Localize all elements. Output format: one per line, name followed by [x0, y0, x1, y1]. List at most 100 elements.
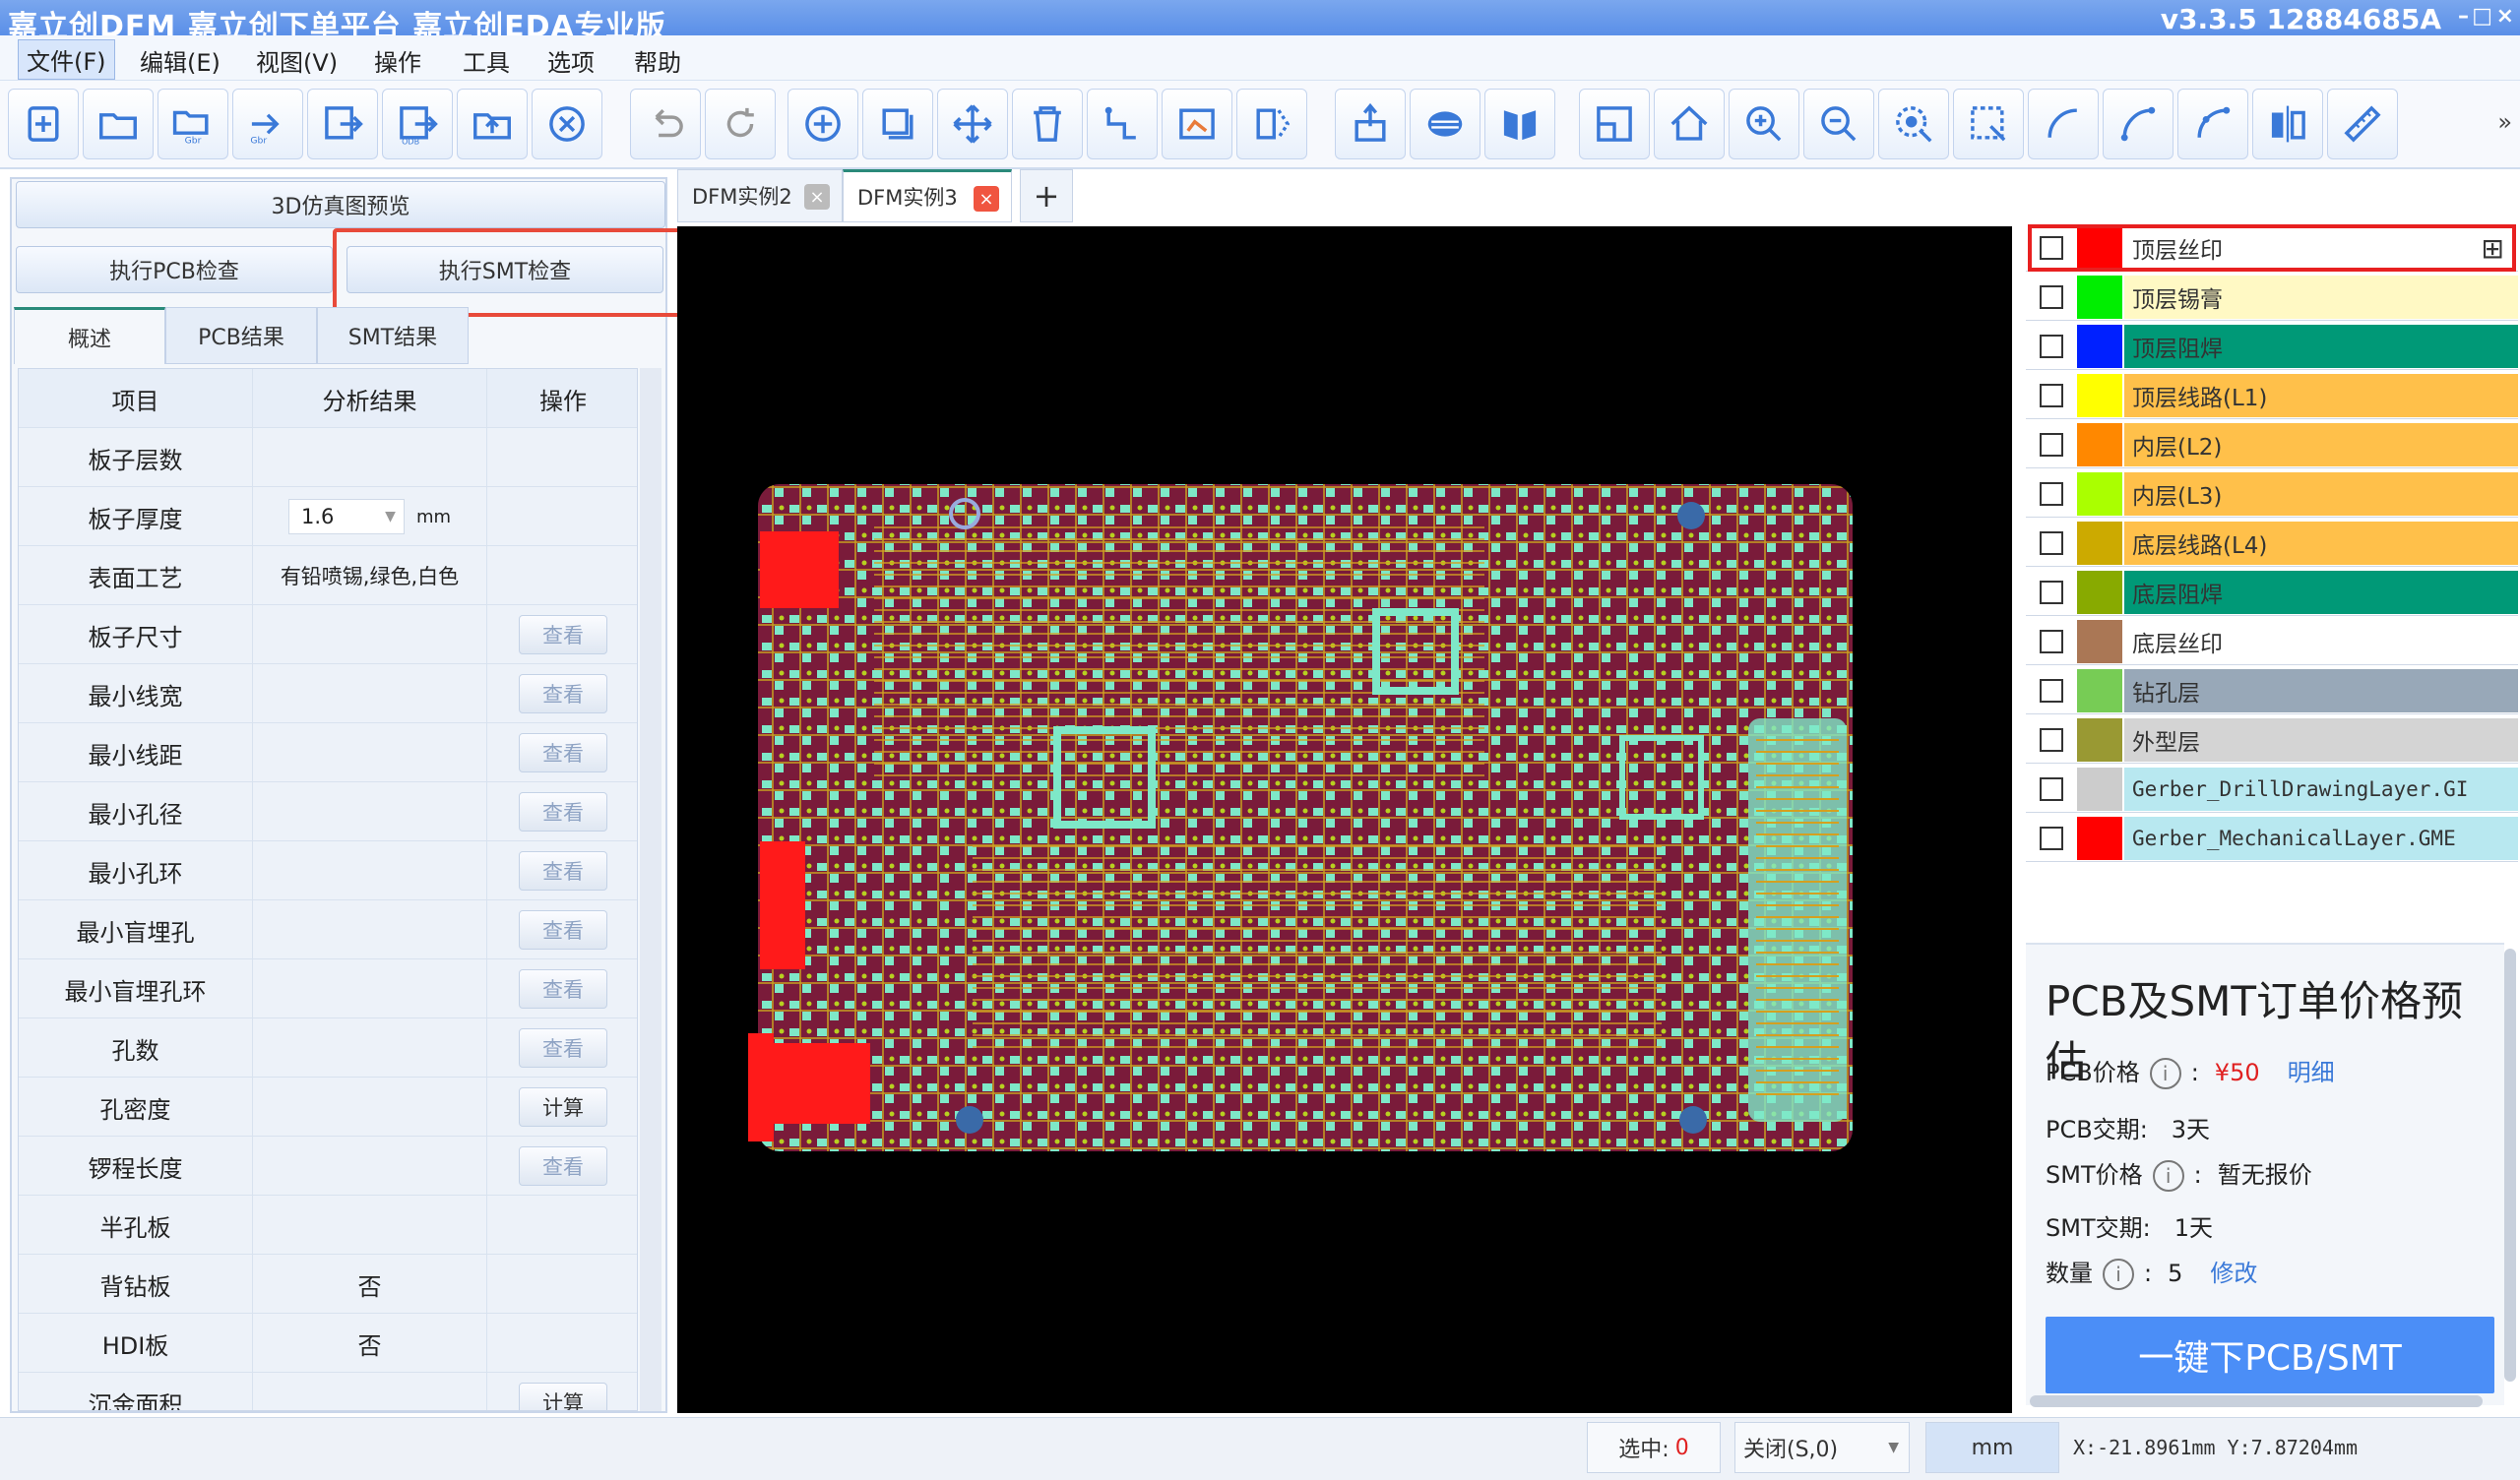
toolbar-more-button[interactable]: »	[2497, 108, 2512, 136]
tab-dfm-example-2[interactable]: DFM实例2 ×	[677, 169, 843, 222]
undo-icon[interactable]	[630, 89, 701, 159]
home-icon[interactable]	[1654, 89, 1725, 159]
close-icon[interactable]: ×	[804, 184, 830, 210]
arc-icon[interactable]	[2028, 89, 2099, 159]
close-window-button[interactable]: ×	[2496, 4, 2514, 29]
unit-button[interactable]: mm	[1925, 1422, 2059, 1473]
upload-icon[interactable]	[457, 89, 528, 159]
layer-row[interactable]: 顶层阻焊	[2026, 323, 2518, 370]
move-icon[interactable]	[937, 89, 1008, 159]
delete-icon[interactable]	[1012, 89, 1083, 159]
info-icon[interactable]: i	[2152, 1160, 2184, 1192]
open-folder-icon[interactable]	[83, 89, 154, 159]
3d-preview-button[interactable]: 3D仿真图预览	[16, 181, 665, 228]
board-outline-icon[interactable]	[1162, 89, 1232, 159]
info-icon[interactable]: i	[2149, 1058, 2181, 1089]
info-icon[interactable]: i	[2103, 1259, 2134, 1290]
layer-checkbox[interactable]	[2040, 285, 2063, 309]
layer-checkbox[interactable]	[2040, 581, 2063, 604]
pin-icon[interactable]	[1335, 89, 1406, 159]
layer-checkbox[interactable]	[2040, 384, 2063, 407]
edit-gerber-icon[interactable]: Gbr	[232, 89, 303, 159]
view-button[interactable]: 查看	[519, 969, 607, 1009]
order-pcb-smt-button[interactable]: 一键下PCB/SMT	[2046, 1317, 2494, 1393]
add-tab-button[interactable]: +	[1020, 169, 1073, 222]
layer-checkbox[interactable]	[2040, 630, 2063, 653]
route-icon[interactable]	[1087, 89, 1158, 159]
view-button[interactable]: 查看	[519, 792, 607, 832]
layer-checkbox[interactable]	[2040, 482, 2063, 506]
refresh-icon[interactable]	[705, 89, 776, 159]
copy-icon[interactable]	[862, 89, 933, 159]
layer-checkbox[interactable]	[2040, 679, 2063, 703]
calculate-button[interactable]: 计算	[519, 1087, 607, 1127]
layer-checkbox[interactable]	[2040, 335, 2063, 358]
menu-file[interactable]: 文件(F)	[18, 39, 115, 80]
pcb-check-button[interactable]: 执行PCB检查	[16, 246, 333, 293]
export-odb-icon[interactable]: ODB	[382, 89, 453, 159]
ruler-icon[interactable]	[2327, 89, 2398, 159]
tab-overview[interactable]: 概述	[14, 307, 165, 364]
view-button[interactable]: 查看	[519, 733, 607, 772]
layer-checkbox[interactable]	[2040, 777, 2063, 801]
zoom-out-icon[interactable]	[1803, 89, 1874, 159]
snap-select[interactable]: 关闭(S,0) ▼	[1734, 1422, 1910, 1473]
menu-tools[interactable]: 工具	[463, 43, 510, 78]
layer-row[interactable]: Gerber_DrillDrawingLayer.GI	[2026, 766, 2518, 813]
select-box-icon[interactable]	[1953, 89, 2024, 159]
layer-row[interactable]: 底层阻焊	[2026, 569, 2518, 616]
view-button[interactable]: 查看	[519, 851, 607, 891]
layer-row[interactable]: 底层丝印	[2026, 618, 2518, 665]
price-hscrollbar[interactable]	[2030, 1395, 2483, 1407]
maximize-button[interactable]: □	[2472, 4, 2492, 29]
tab-smt-results[interactable]: SMT结果	[317, 307, 469, 364]
tab-pcb-results[interactable]: PCB结果	[165, 307, 317, 364]
menu-edit[interactable]: 编辑(E)	[140, 43, 220, 78]
view-button[interactable]: 查看	[519, 910, 607, 950]
right-scrollbar[interactable]	[2504, 949, 2516, 1382]
left-scrollbar[interactable]	[640, 368, 662, 1411]
menu-operate[interactable]: 操作	[374, 43, 421, 78]
layer-checkbox[interactable]	[2040, 728, 2063, 752]
add-circle-icon[interactable]	[788, 89, 858, 159]
layer-row[interactable]: 顶层锡膏	[2026, 274, 2518, 321]
layers-icon[interactable]	[1410, 89, 1480, 159]
layer-row[interactable]: 顶层线路(L1)	[2026, 372, 2518, 419]
view-button[interactable]: 查看	[519, 1146, 607, 1186]
close-icon[interactable]: ×	[974, 186, 999, 212]
zoom-area-icon[interactable]	[1878, 89, 1949, 159]
layer-row[interactable]: 内层(L2)	[2026, 421, 2518, 468]
layer-checkbox[interactable]	[2040, 531, 2063, 555]
layer-row[interactable]: 钻孔层	[2026, 667, 2518, 714]
menu-help[interactable]: 帮助	[634, 43, 681, 78]
close-circle-icon[interactable]	[532, 89, 602, 159]
view-button[interactable]: 查看	[519, 1028, 607, 1068]
minimize-button[interactable]: –	[2458, 4, 2469, 29]
menu-view[interactable]: 视图(V)	[256, 43, 338, 78]
layout-icon[interactable]	[1579, 89, 1650, 159]
arc-three-icon[interactable]	[2177, 89, 2248, 159]
thickness-select[interactable]: 1.6 ▼	[287, 499, 405, 534]
pcb-canvas[interactable]	[677, 226, 2012, 1413]
calculate-button[interactable]: 计算	[519, 1383, 607, 1410]
open-gerber-icon[interactable]: Gbr	[158, 89, 228, 159]
layer-row[interactable]: 底层线路(L4)	[2026, 520, 2518, 567]
layer-row[interactable]: 内层(L3)	[2026, 470, 2518, 518]
book-icon[interactable]	[1484, 89, 1555, 159]
mirror-icon[interactable]	[1236, 89, 1307, 159]
layer-row[interactable]: 外型层	[2026, 716, 2518, 764]
view-button[interactable]: 查看	[519, 674, 607, 713]
layer-checkbox[interactable]	[2040, 433, 2063, 457]
arc-point-icon[interactable]	[2103, 89, 2174, 159]
layer-row[interactable]: Gerber_MechanicalLayer.GME	[2026, 815, 2518, 862]
export-gerber-icon[interactable]	[307, 89, 378, 159]
modify-link[interactable]: 修改	[2210, 1260, 2257, 1287]
new-file-icon[interactable]	[8, 89, 79, 159]
layer-checkbox[interactable]	[2040, 827, 2063, 850]
menu-options[interactable]: 选项	[547, 43, 595, 78]
detail-link[interactable]: 明细	[2288, 1059, 2335, 1086]
flip-icon[interactable]	[2252, 89, 2323, 159]
zoom-in-icon[interactable]	[1729, 89, 1799, 159]
view-button[interactable]: 查看	[519, 615, 607, 654]
tab-dfm-example-3[interactable]: DFM实例3 ×	[843, 169, 1012, 222]
